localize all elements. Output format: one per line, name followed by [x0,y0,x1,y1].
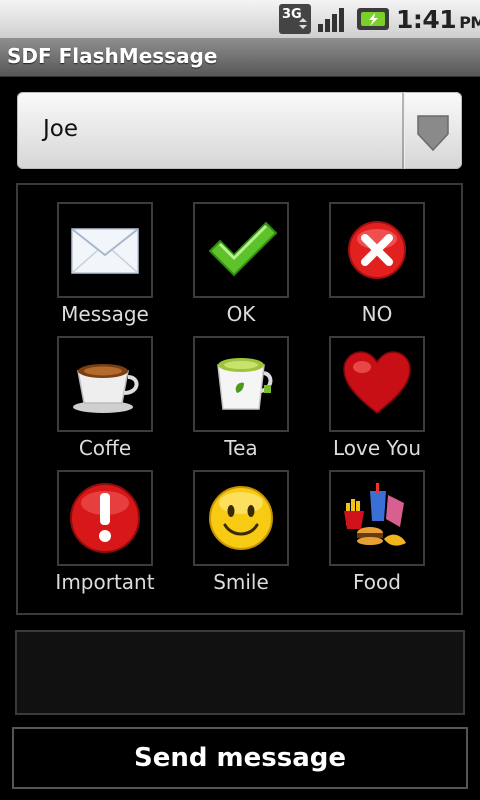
smiley-icon [209,486,273,550]
grid-item-label: Important [55,570,155,594]
grid-item-label: NO [361,302,393,326]
grid-item-label: Smile [213,570,269,594]
red-x-icon [348,221,406,279]
grid-item-box[interactable] [329,470,425,566]
grid-item-ok[interactable]: OK [181,202,301,332]
grid-item-box[interactable] [329,202,425,298]
envelope-icon [71,228,139,274]
message-grid: Message OK NO Coffe Tea Love You Importa… [16,183,463,615]
grid-item-no[interactable]: NO [317,202,437,332]
title-bar: SDF FlashMessage [0,38,480,77]
grid-item-box[interactable] [329,336,425,432]
send-message-button[interactable]: Send message [12,727,468,789]
grid-item-coffe[interactable]: Coffe [45,336,165,466]
spinner-divider [402,92,404,169]
grid-item-box[interactable] [57,202,153,298]
svg-text:3G: 3G [282,7,302,22]
send-message-label: Send message [134,743,346,773]
grid-item-box[interactable] [193,336,289,432]
grid-item-smile[interactable]: Smile [181,470,301,600]
grid-item-label: Coffe [78,436,132,460]
message-text-area[interactable] [15,630,465,715]
app-title: SDF FlashMessage [7,44,218,68]
exclamation-icon [70,483,140,553]
grid-item-label: Love You [333,436,421,460]
food-icon [344,483,406,546]
recipient-value: Joe [43,116,79,142]
grid-item-label: OK [226,302,256,326]
grid-item-message[interactable]: Message [45,202,165,332]
recipient-spinner[interactable]: Joe [17,92,462,169]
grid-item-food[interactable]: Food [317,470,437,600]
3g-data-icon: 3G [279,4,311,34]
battery-charging-icon [357,8,389,30]
grid-item-box[interactable] [193,470,289,566]
grid-item-label: Food [353,570,401,594]
coffee-cup-icon [73,364,139,413]
checkmark-icon [208,221,278,277]
clock: 1:41 PM [396,5,480,34]
grid-item-tea[interactable]: Tea [181,336,301,466]
grid-item-love-you[interactable]: Love You [317,336,437,466]
grid-item-box[interactable] [193,202,289,298]
status-bar: 3G 1:41 PM [0,0,480,38]
clock-ampm: PM [459,13,480,32]
grid-item-label: Message [61,302,149,326]
grid-item-label: Tea [224,436,258,460]
heart-icon [343,351,411,414]
tea-cup-icon [217,358,273,410]
signal-strength-icon [318,8,344,32]
clock-time: 1:41 [396,5,457,34]
grid-item-box[interactable] [57,336,153,432]
grid-item-important[interactable]: Important [45,470,165,600]
grid-item-box[interactable] [57,470,153,566]
dropdown-arrow-icon [417,115,449,152]
